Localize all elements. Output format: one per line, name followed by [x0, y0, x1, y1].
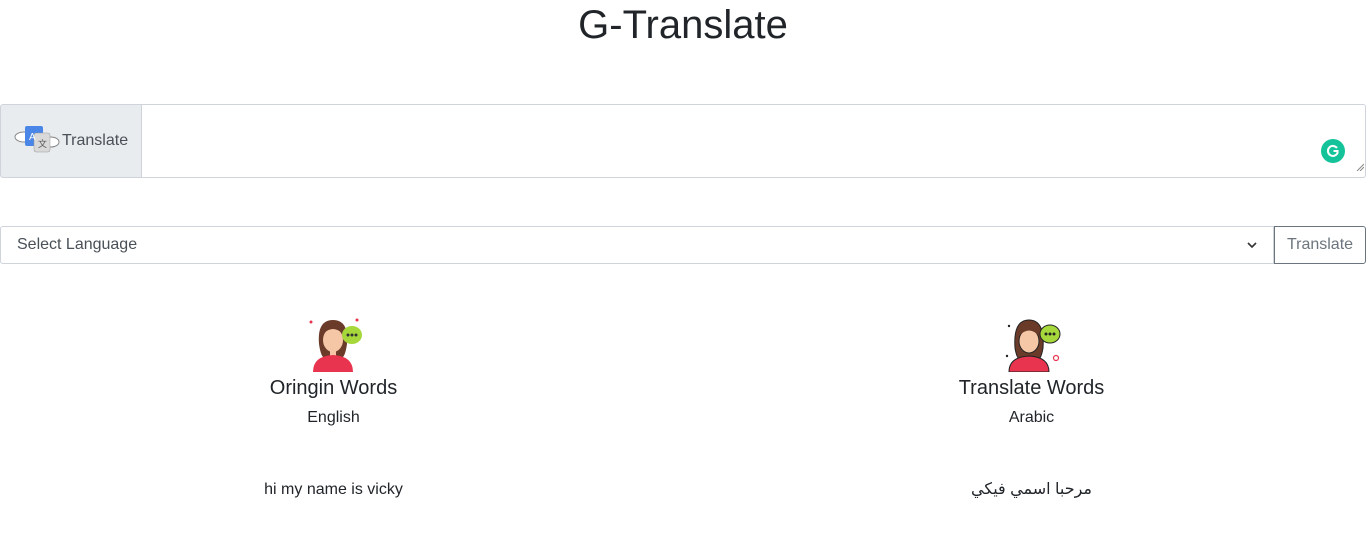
svg-text:文: 文: [38, 138, 47, 149]
origin-language: English: [307, 409, 360, 426]
origin-text: hi my name is vicky: [264, 481, 403, 498]
grammarly-icon[interactable]: [1321, 139, 1345, 163]
translate-icon: A 文: [14, 124, 60, 159]
input-addon-label: Translate: [62, 132, 129, 149]
language-select[interactable]: Select Language: [0, 226, 1274, 264]
result-column: Translate Words Arabic مرحبا اسمي فيكي: [690, 314, 1366, 500]
language-select-row: Select Language Translate: [0, 226, 1366, 264]
woman-speaking-icon: [0, 314, 675, 372]
result-language: Arabic: [1008, 409, 1055, 426]
translate-button[interactable]: Translate: [1274, 226, 1366, 264]
source-text-input[interactable]: [142, 104, 1366, 178]
result-text: مرحبا اسمي فيكي: [971, 481, 1092, 498]
language-select-value: Select Language: [17, 236, 138, 253]
woman-chat-icon: [690, 314, 1366, 372]
result-heading: Translate Words: [958, 377, 1105, 399]
text-wrap: [142, 104, 1366, 178]
chevron-down-icon: [1247, 236, 1257, 254]
svg-text:A: A: [29, 132, 36, 143]
origin-heading: Oringin Words: [269, 377, 398, 399]
page-title: G-Translate: [578, 3, 788, 47]
input-addon: A 文 Translate: [0, 104, 142, 178]
resize-handle-icon[interactable]: [1356, 158, 1365, 176]
origin-column: Oringin Words English hi my name is vick…: [0, 314, 675, 500]
translate-input-group: A 文 Translate: [0, 104, 1366, 178]
